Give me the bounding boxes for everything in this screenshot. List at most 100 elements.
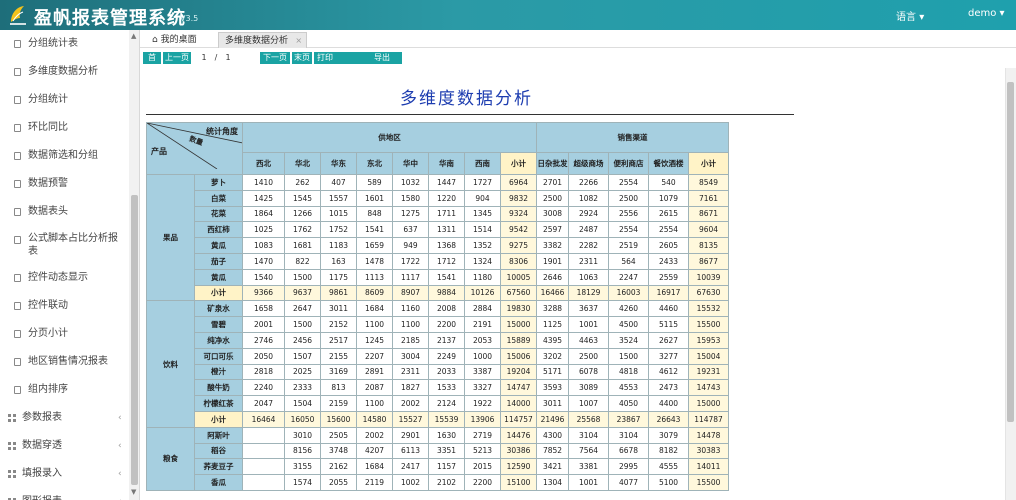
sidebar-menu: 分组统计表 多维度数据分析 分组统计 环比同比 数据筛选和分组数据预警数据表头 公式脚本占… (0, 30, 139, 500)
column-header: 日杂批发 (536, 152, 569, 175)
table-row: 果品 萝卜 1410 262 407 589 1032 1447 1727 6964 2701 226… (146, 173, 769, 302)
subtotal-cell: 21496 (536, 410, 569, 428)
logo-icon (10, 6, 26, 25)
sidebar-item[interactable]: 环比同比 (0, 114, 139, 142)
value-cell: 2102 (428, 474, 465, 491)
sidebar-item[interactable]: 控件联动 (0, 292, 139, 320)
sidebar-item[interactable]: 组内排序 (0, 376, 139, 404)
sidebar-item[interactable]: 地区销售情况报表 (0, 348, 139, 376)
column-header: 华南 (428, 152, 465, 175)
corner-bottom-label: 产品 (151, 147, 167, 156)
first-page-button[interactable]: 首页 (143, 52, 161, 74)
subtotal-cell: 26643 (648, 410, 689, 428)
value-cell: 2556 (608, 205, 649, 223)
product-cell: 酸牛奶 (194, 379, 243, 397)
subtotal-cell: 7161 (687, 189, 730, 207)
column-header: 餐饮酒楼 (648, 152, 689, 175)
value-cell: 1352 (464, 237, 501, 254)
value-cell: 1752 (320, 221, 357, 239)
content-scrollbar-thumb[interactable] (1007, 82, 1014, 422)
report-title: 多维度数据分析 (400, 89, 533, 109)
sidebar-group[interactable]: 数据穿透 ‹ (0, 432, 139, 460)
subtotal-cell: 15953 (687, 331, 730, 349)
language-menu[interactable]: 语言 ▾ (896, 8, 924, 23)
value-cell: 2119 (356, 474, 393, 491)
value-cell: 3748 (320, 442, 357, 460)
tab-multi-analysis[interactable]: 多维度数据分析 × (218, 32, 308, 49)
value-cell: 7564 (568, 442, 609, 460)
sidebar-item-label: 数据预警 (28, 178, 68, 189)
app-version: V3.5 (180, 14, 199, 23)
product-cell: 萝卜 (194, 174, 243, 191)
print-button[interactable]: 打印 (314, 52, 362, 64)
value-cell: 1901 (536, 252, 569, 270)
last-page-button[interactable]: 末页 (292, 52, 312, 64)
sidebar-group[interactable]: 填报录入 ‹ (0, 460, 139, 488)
table-row: 白菜 1425 1545 1557 1601 1580 1220 904 9832 2500 108… (147, 189, 769, 207)
prev-page-button[interactable]: 上一页 (163, 52, 191, 64)
value-cell: 2155 (320, 347, 357, 365)
subtotal-cell: 19231 (687, 363, 730, 381)
value-cell: 1183 (320, 237, 357, 254)
value-cell: 1659 (356, 237, 393, 254)
tab-home[interactable]: ⌂ 我的桌面 (146, 32, 203, 48)
table-row: 橙汁 2818 2025 3169 2891 2311 2033 3387 19204 5171 6… (147, 363, 769, 381)
sidebar-item-label: 地区销售情况报表 (28, 356, 108, 367)
value-cell: 1545 (284, 189, 321, 207)
value-cell: 589 (356, 174, 393, 191)
value-cell: 1100 (356, 316, 393, 333)
sidebar-scrollbar-thumb[interactable] (131, 195, 138, 485)
subtotal-cell: 14478 (687, 426, 730, 444)
subtotal-cell: 9542 (500, 221, 537, 239)
sidebar-item-label: 控件联动 (28, 300, 68, 311)
title-underline (146, 114, 794, 115)
sidebar-item[interactable]: 分页小计 (0, 320, 139, 348)
sidebar-group[interactable]: 图形报表 ‹ (0, 488, 139, 500)
table-row: 雪碧 2001 1500 2152 1100 1100 2200 2191 15000 1125 1… (147, 316, 769, 333)
page-number-input[interactable]: 1 (197, 52, 211, 64)
value-cell: 3288 (536, 300, 569, 318)
value-cell: 2311 (392, 363, 429, 381)
column-header: 超级商场 (568, 152, 609, 175)
export-button[interactable]: 导出 (362, 52, 402, 64)
user-menu[interactable]: demo ▾ (968, 8, 1005, 19)
value-cell: 2124 (428, 395, 465, 412)
value-cell: 1083 (242, 237, 285, 254)
sidebar-item[interactable]: 公式脚本占比分析报表 (0, 226, 139, 264)
table-row: 黄瓜 1083 1681 1183 1659 949 1368 1352 9275 3382 228… (147, 237, 769, 254)
document-icon (14, 180, 21, 188)
value-cell: 1311 (428, 221, 465, 239)
sidebar-item-label: 填报录入 (22, 468, 62, 479)
sidebar-item[interactable]: 分组统计表 (0, 30, 139, 58)
value-cell: 7852 (536, 442, 569, 460)
sidebar-item[interactable]: 控件动态显示 (0, 264, 139, 292)
product-cell: 稻谷 (194, 442, 243, 460)
subtotal-cell: 15500 (687, 474, 730, 491)
scroll-up-arrow-icon[interactable]: ▲ (131, 32, 136, 40)
close-icon[interactable]: × (295, 33, 302, 49)
sidebar-item-label: 控件动态显示 (28, 272, 88, 283)
sidebar-item[interactable]: 数据预警 (0, 170, 139, 198)
category-cell: 饮料 (146, 300, 195, 428)
value-cell: 949 (392, 237, 429, 254)
value-cell: 2500 (536, 189, 569, 207)
sidebar-item[interactable]: 数据表头 (0, 198, 139, 226)
sidebar-item[interactable]: 分组统计 (0, 86, 139, 114)
subtotal-cell: 10005 (500, 268, 537, 286)
subtotal-cell: 9275 (500, 237, 537, 254)
value-cell: 2015 (464, 458, 501, 476)
next-page-button[interactable]: 下一页 (260, 52, 290, 64)
home-icon: ⌂ (152, 35, 158, 45)
document-icon (14, 274, 21, 282)
table-row: 茄子 1470 822 163 1478 1722 1712 1324 8306 1901 2311… (147, 252, 769, 270)
value-cell: 4463 (568, 331, 609, 349)
scroll-down-arrow-icon[interactable]: ▼ (131, 488, 136, 496)
page-total: 1 (222, 52, 234, 64)
sidebar-item[interactable]: 多维度数据分析 (0, 58, 139, 86)
sidebar-item[interactable]: 数据筛选和分组 (0, 142, 139, 170)
value-cell: 1727 (464, 174, 501, 191)
sidebar-group[interactable]: 参数报表 ‹ (0, 404, 139, 432)
value-cell: 1100 (356, 395, 393, 412)
value-cell: 1504 (284, 395, 321, 412)
value-cell: 1540 (242, 268, 285, 286)
